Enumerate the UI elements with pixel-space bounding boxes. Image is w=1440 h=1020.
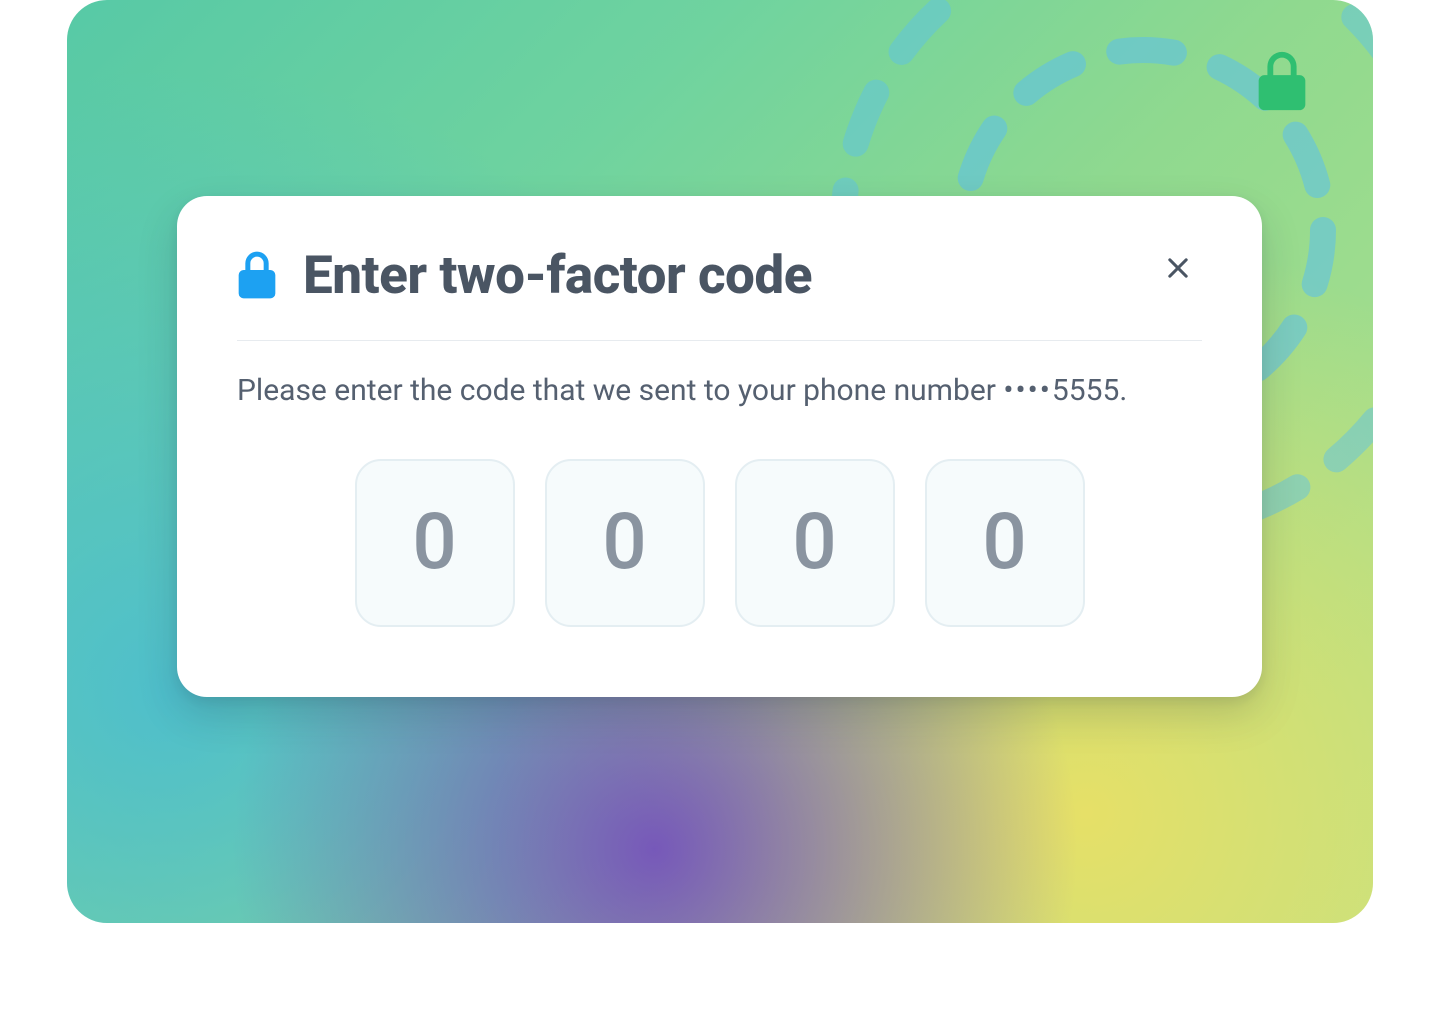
phone-mask: •••• bbox=[1003, 373, 1052, 408]
code-digit-3[interactable] bbox=[735, 459, 895, 627]
instructions-prefix: Please enter the code that we sent to yo… bbox=[237, 373, 1003, 408]
divider bbox=[237, 340, 1202, 341]
lock-icon bbox=[1247, 46, 1317, 116]
code-digit-4[interactable] bbox=[925, 459, 1085, 627]
instructions-text: Please enter the code that we sent to yo… bbox=[237, 369, 1202, 413]
close-button[interactable] bbox=[1158, 248, 1198, 288]
lock-icon bbox=[237, 251, 277, 299]
auth-background: Enter two-factor code Please enter the c… bbox=[67, 0, 1373, 923]
code-digit-2[interactable] bbox=[545, 459, 705, 627]
instructions-period: . bbox=[1119, 373, 1127, 408]
close-icon bbox=[1164, 254, 1192, 282]
two-factor-modal: Enter two-factor code Please enter the c… bbox=[177, 196, 1262, 697]
modal-header: Enter two-factor code bbox=[237, 244, 1202, 306]
phone-last-digits: 5555 bbox=[1052, 373, 1119, 408]
modal-title: Enter two-factor code bbox=[303, 244, 812, 306]
code-input-row bbox=[237, 459, 1202, 627]
code-digit-1[interactable] bbox=[355, 459, 515, 627]
